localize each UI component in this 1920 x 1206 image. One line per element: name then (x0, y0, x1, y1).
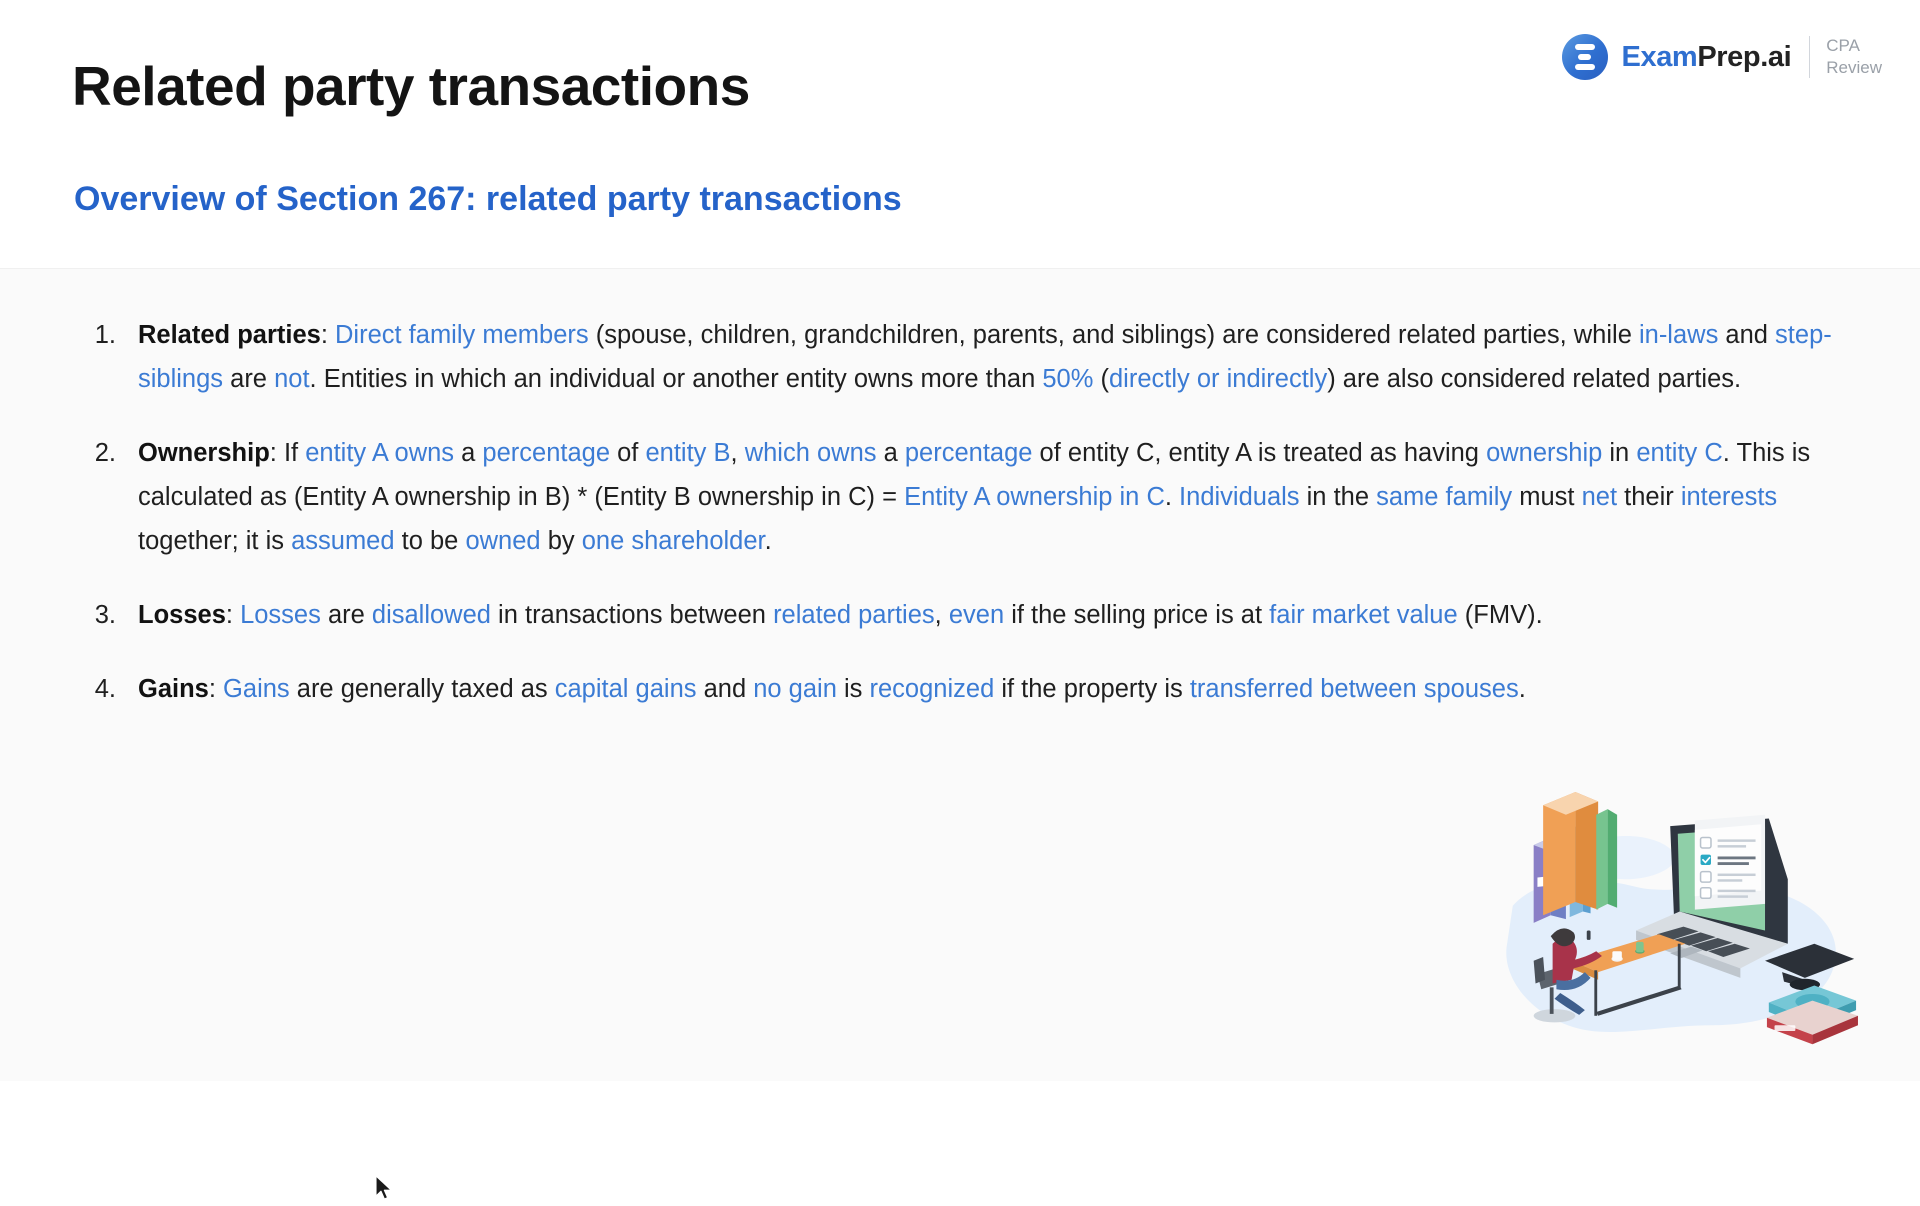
plain-text: . (764, 527, 772, 555)
list-item: 1. Related parties: Direct family members… (74, 313, 1834, 401)
plain-text: and (1718, 321, 1776, 349)
plain-text: must (1512, 483, 1582, 511)
highlighted-phrase: owned (465, 527, 541, 555)
highlighted-phrase: assumed (291, 527, 395, 555)
plain-text: ) are also considered related parties. (1327, 365, 1742, 393)
list-item-number: 4. (94, 675, 116, 703)
highlighted-phrase: 50% (1042, 365, 1094, 393)
highlighted-phrase: even (948, 601, 1005, 629)
plain-text: is (836, 675, 870, 703)
highlighted-phrase: Direct family members (335, 321, 589, 349)
highlighted-phrase: disallowed (371, 601, 491, 629)
list-item: 3. Losses: Losses are disallowed in trans… (74, 593, 1834, 637)
mouse-pointer-icon (374, 1175, 394, 1201)
plain-text: . (1164, 483, 1180, 511)
slide-content: 1. Related parties: Direct family members… (0, 268, 1920, 1200)
plain-text: if the property is (994, 675, 1190, 703)
plain-text: in (1602, 439, 1637, 467)
highlighted-phrase: not (274, 365, 310, 393)
plain-text: of entity C, entity A is treated as havi… (1032, 439, 1487, 467)
highlighted-phrase: ownership (1486, 439, 1603, 467)
highlighted-phrase: Gains (223, 675, 290, 703)
slide-header: Related party transactions Overview of S… (0, 0, 1920, 268)
page-title: Related party transactions (72, 55, 750, 117)
plain-text: a (876, 439, 905, 467)
highlighted-phrase: entity B (645, 439, 731, 467)
plain-text: by (540, 527, 582, 555)
highlighted-phrase: one shareholder (581, 527, 765, 555)
list-item-text: Related parties: Direct family members (… (138, 313, 1834, 401)
highlighted-phrase: percentage (904, 439, 1033, 467)
highlighted-phrase: recognized (869, 675, 995, 703)
plain-text: if the selling price is at (1004, 601, 1270, 629)
plain-text: to be (394, 527, 466, 555)
highlighted-phrase: related parties (773, 601, 935, 629)
plain-text: of (610, 439, 646, 467)
exam-prep-logo-icon (1561, 34, 1608, 80)
highlighted-phrase: capital gains (554, 675, 697, 703)
plain-text: are (320, 601, 372, 629)
plain-text: in the (1299, 483, 1377, 511)
highlighted-phrase: same family (1376, 483, 1513, 511)
highlighted-phrase: directly or indirectly (1108, 365, 1328, 393)
highlighted-phrase: in-laws (1638, 321, 1719, 349)
plain-text: and (696, 675, 754, 703)
plain-text: : (208, 675, 224, 703)
highlighted-phrase: Entity A ownership in C (904, 483, 1165, 511)
plain-text: : (320, 321, 335, 349)
section-heading: Overview of Section 267: related party t… (74, 180, 902, 218)
brand-name-secondary: Prep.ai (1697, 40, 1792, 73)
plain-text: are generally taxed as (289, 675, 555, 703)
slide: Related party transactions Overview of S… (0, 0, 1920, 1200)
brand-subtitle-line2: Review (1826, 58, 1882, 77)
list-item-number: 3. (94, 601, 116, 629)
list-item-text: Losses: Losses are disallowed in transac… (138, 593, 1834, 637)
plain-text: ( (1093, 365, 1109, 393)
plain-text: their (1617, 483, 1681, 511)
plain-text: : If (269, 439, 306, 467)
list-item-lead: Gains (138, 675, 209, 703)
list-item: 2. Ownership: If entity A owns a percenta… (74, 431, 1834, 563)
plain-text: , (934, 601, 949, 629)
plain-text: : (225, 601, 241, 629)
highlighted-phrase: entity C (1636, 439, 1723, 467)
plain-text: (FMV). (1457, 601, 1543, 629)
highlighted-phrase: Losses (240, 601, 321, 629)
numbered-list: 1. Related parties: Direct family members… (74, 313, 1834, 711)
plain-text: together; it is (138, 527, 292, 555)
list-item-lead: Ownership (138, 439, 270, 467)
plain-text: a (454, 439, 483, 467)
brand-logo: ExamPrep.ai CPA Review (1561, 28, 1882, 86)
list-item-lead: Losses (138, 601, 226, 629)
list-item-text: Ownership: If entity A owns a percentage… (138, 431, 1834, 563)
plain-text: . Entities in which an individual or ano… (309, 365, 1043, 393)
brand-subtitle-line1: CPA (1826, 36, 1860, 56)
highlighted-phrase: interests (1680, 483, 1778, 511)
plain-text: , (730, 439, 745, 467)
list-item-number: 1. (94, 321, 116, 349)
list-item-text: Gains: Gains are generally taxed as capi… (138, 667, 1834, 711)
brand-divider (1809, 36, 1811, 78)
highlighted-phrase: no gain (753, 675, 837, 703)
brand-name-primary: Exam (1621, 40, 1698, 73)
highlighted-phrase: Individuals (1179, 483, 1300, 511)
highlighted-phrase: entity A owns (305, 439, 455, 467)
highlighted-phrase: which owns (744, 439, 877, 467)
highlighted-phrase: fair market value (1269, 601, 1458, 629)
brand-wordmark: ExamPrep.ai (1622, 41, 1792, 74)
highlighted-phrase: percentage (482, 439, 611, 467)
highlighted-phrase: transferred between spouses (1189, 675, 1519, 703)
list-item-number: 2. (94, 439, 116, 467)
plain-text: (spouse, children, grandchildren, parent… (588, 321, 1639, 349)
study-desk-laptop-illustration (1484, 792, 1864, 1067)
list-item: 4. Gains: Gains are generally taxed as ca… (74, 667, 1834, 711)
brand-subtitle: CPA Review (1826, 35, 1882, 79)
list-item-lead: Related parties (138, 321, 321, 349)
plain-text: are (223, 365, 275, 393)
plain-text: in transactions between (490, 601, 774, 629)
plain-text: . (1518, 675, 1526, 703)
highlighted-phrase: net (1581, 483, 1618, 511)
